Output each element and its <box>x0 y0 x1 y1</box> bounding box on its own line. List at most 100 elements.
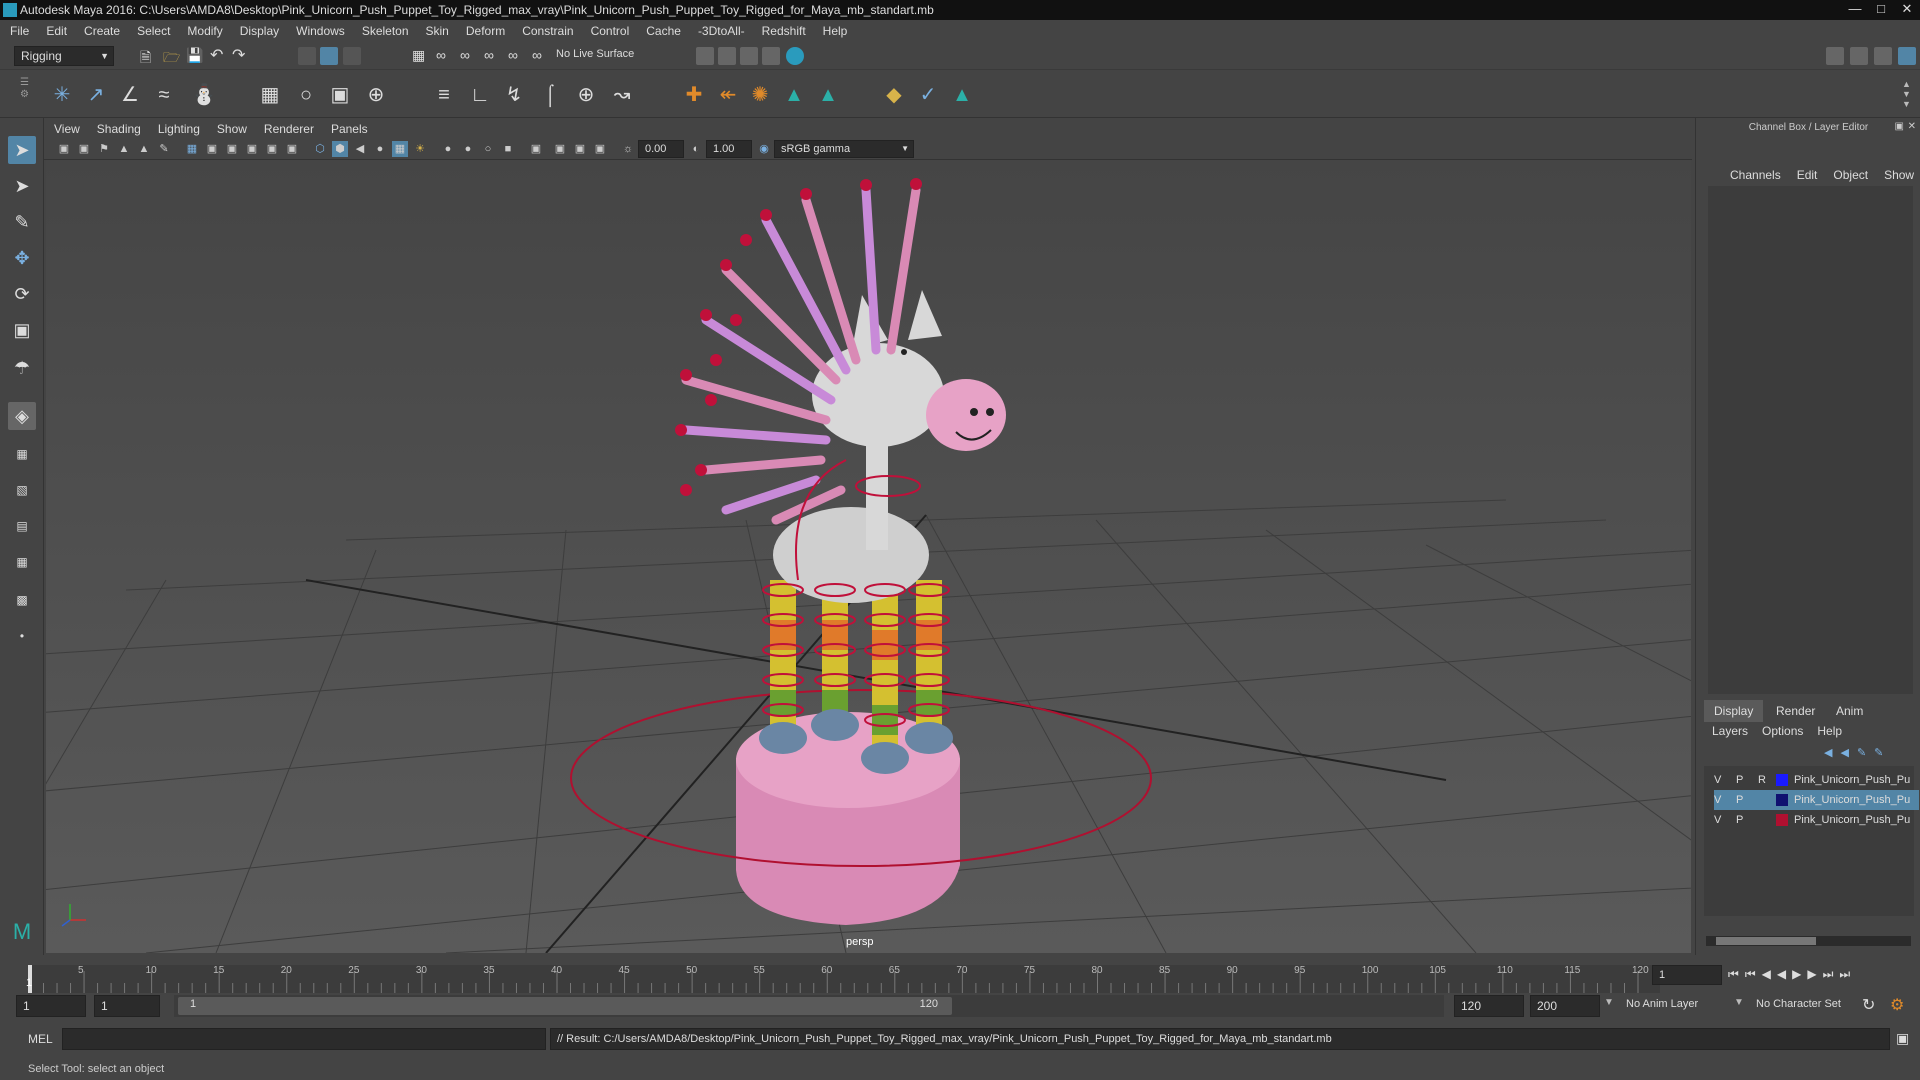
channel-menu-show[interactable]: Show <box>1884 168 1914 182</box>
undo-icon[interactable]: ↶ <box>210 45 228 64</box>
field-chart-icon[interactable]: ▣ <box>264 141 280 157</box>
panel-menu-shading[interactable]: Shading <box>97 122 141 136</box>
go-to-start-icon[interactable]: ⏮ <box>1728 967 1739 982</box>
set-driven-key-icon[interactable]: ◆ <box>880 81 908 109</box>
persp-outliner-icon[interactable]: ▧ <box>8 476 36 504</box>
panel-menu-panels[interactable]: Panels <box>331 122 368 136</box>
panel-menu-show[interactable]: Show <box>217 122 247 136</box>
menu-windows[interactable]: Windows <box>296 24 345 38</box>
ipr-render-icon[interactable] <box>740 47 758 65</box>
layer-menu-options[interactable]: Options <box>1762 724 1803 738</box>
snap-curve-icon[interactable]: ∞ <box>436 47 454 65</box>
layer-row[interactable]: V P Pink_Unicorn_Push_Pu <box>1714 790 1919 810</box>
playback-end-field[interactable]: 120 <box>1454 995 1524 1017</box>
new-scene-icon[interactable]: 🗎 <box>140 47 158 65</box>
move-layer-up-icon[interactable]: ◀ <box>1824 746 1832 759</box>
render-view-icon[interactable] <box>696 47 714 65</box>
shadows-icon[interactable]: ● <box>440 141 456 157</box>
menu-select[interactable]: Select <box>137 24 170 38</box>
textured-icon[interactable]: ● <box>372 141 388 157</box>
persp-graph-icon[interactable]: ▤ <box>8 512 36 540</box>
wireframe-on-shaded-icon[interactable]: ◀ <box>352 141 368 157</box>
current-frame-field[interactable]: 1 <box>1652 965 1722 985</box>
tab-display[interactable]: Display <box>1704 700 1764 722</box>
playback-start-field[interactable]: 1 <box>94 995 160 1017</box>
layout-options-icon[interactable]: • <box>8 622 36 650</box>
preferences-icon[interactable]: ⚙ <box>1890 995 1904 1015</box>
menu-skin[interactable]: Skin <box>426 24 449 38</box>
exposure-icon[interactable]: ☼ <box>620 141 636 157</box>
menu-edit[interactable]: Edit <box>46 24 67 38</box>
copy-weights-icon[interactable]: ↯ <box>500 81 528 109</box>
layer-visible-toggle[interactable]: V <box>1714 790 1721 810</box>
close-panel-icon[interactable]: ✕ <box>1908 121 1916 132</box>
attribute-editor-icon[interactable] <box>1850 47 1868 65</box>
xray-icon[interactable]: ▦ <box>392 141 408 157</box>
layer-color-swatch[interactable] <box>1776 794 1788 806</box>
resolution-gate-icon[interactable]: ▣ <box>224 141 240 157</box>
select-object-icon[interactable] <box>320 47 338 65</box>
rotate-tool-icon[interactable]: ⟳ <box>8 280 36 308</box>
character-set-dropdown[interactable]: No Character Set <box>1756 998 1841 1010</box>
select-tool-icon[interactable]: ➤ <box>8 136 36 164</box>
select-component-icon[interactable] <box>343 47 361 65</box>
layer-visible-toggle[interactable]: V <box>1714 770 1721 790</box>
ambient-occlusion-icon[interactable]: ● <box>460 141 476 157</box>
snap-grid-icon[interactable]: ▦ <box>412 47 430 65</box>
snap-vertex-icon[interactable]: ∞ <box>532 47 550 65</box>
snap-surface-icon[interactable]: ∞ <box>508 47 526 65</box>
chevron-down-icon[interactable]: ▼ <box>1604 997 1614 1008</box>
tab-anim[interactable]: Anim <box>1826 700 1873 722</box>
panel-menu-view[interactable]: View <box>54 122 80 136</box>
modeling-toolkit-icon[interactable] <box>1826 47 1844 65</box>
step-forward-frame-icon[interactable]: ▶ <box>1807 967 1816 982</box>
two-d-pan-icon[interactable]: ▲ <box>136 141 152 157</box>
step-back-frame-icon[interactable]: ◀ <box>1762 967 1771 982</box>
render-current-icon[interactable] <box>718 47 736 65</box>
four-view-icon[interactable]: ▦ <box>8 440 36 468</box>
bind-skin-icon[interactable]: ▦ <box>256 81 284 109</box>
maximize-button[interactable]: □ <box>1868 0 1894 18</box>
tool-settings-icon[interactable] <box>1874 47 1892 65</box>
auto-key-icon[interactable]: ↻ <box>1862 995 1875 1015</box>
mirror-weights-icon[interactable]: ∟ <box>466 81 494 109</box>
wireframe-icon[interactable]: ⬡ <box>312 141 328 157</box>
humanik-icon[interactable]: ⛄ <box>190 81 218 109</box>
layer-playback-toggle[interactable]: P <box>1736 790 1743 810</box>
safe-action-icon[interactable]: ▣ <box>284 141 300 157</box>
camera-exposure-icon[interactable]: ▣ <box>592 141 608 157</box>
menu-cache[interactable]: Cache <box>646 24 681 38</box>
save-scene-icon[interactable]: 💾 <box>186 47 204 65</box>
menu-3dtoall[interactable]: -3DtoAll- <box>698 24 745 38</box>
hypershade-icon[interactable] <box>786 47 804 65</box>
joint-tool-icon[interactable]: ✳ <box>48 81 76 109</box>
last-tool-icon[interactable]: ☂ <box>8 354 36 382</box>
tab-render[interactable]: Render <box>1766 700 1825 722</box>
paint-select-icon[interactable]: ✎ <box>8 208 36 236</box>
connection-editor-icon[interactable]: ✓ <box>914 81 942 109</box>
end-time-field[interactable]: 200 <box>1530 995 1600 1017</box>
gamma-icon[interactable]: ◐ <box>688 141 704 157</box>
gate-mask-icon[interactable]: ▣ <box>244 141 260 157</box>
go-to-end-icon[interactable]: ⏭ <box>1839 967 1850 982</box>
channel-menu-edit[interactable]: Edit <box>1797 168 1818 182</box>
menu-set-dropdown[interactable]: Rigging ▼ <box>14 46 114 66</box>
grid-toggle-icon[interactable]: ▦ <box>184 141 200 157</box>
perspective-viewport[interactable]: persp <box>46 160 1691 953</box>
menu-display[interactable]: Display <box>240 24 279 38</box>
smooth-shade-icon[interactable]: ⬢ <box>332 141 348 157</box>
minimize-button[interactable]: — <box>1842 0 1868 18</box>
script-editor-icon[interactable]: ▣ <box>1896 1030 1909 1047</box>
view-transform-dropdown[interactable]: sRGB gamma ▼ <box>774 140 914 158</box>
float-panel-icon[interactable]: ▣ <box>1895 121 1904 132</box>
pole-vector-icon[interactable]: ▲ <box>814 81 842 109</box>
chevron-down-icon[interactable]: ▼ <box>1734 997 1744 1008</box>
channel-menu-channels[interactable]: Channels <box>1730 168 1781 182</box>
image-plane-icon[interactable]: ▲ <box>116 141 132 157</box>
play-forwards-icon[interactable]: ▶ <box>1792 967 1801 982</box>
exposure-field[interactable]: 0.00 <box>638 140 684 158</box>
xray-active-icon[interactable]: ▣ <box>572 141 588 157</box>
menu-modify[interactable]: Modify <box>187 24 222 38</box>
ik-spline-icon[interactable]: ≈ <box>150 81 178 109</box>
layer-menu-layers[interactable]: Layers <box>1712 724 1748 738</box>
